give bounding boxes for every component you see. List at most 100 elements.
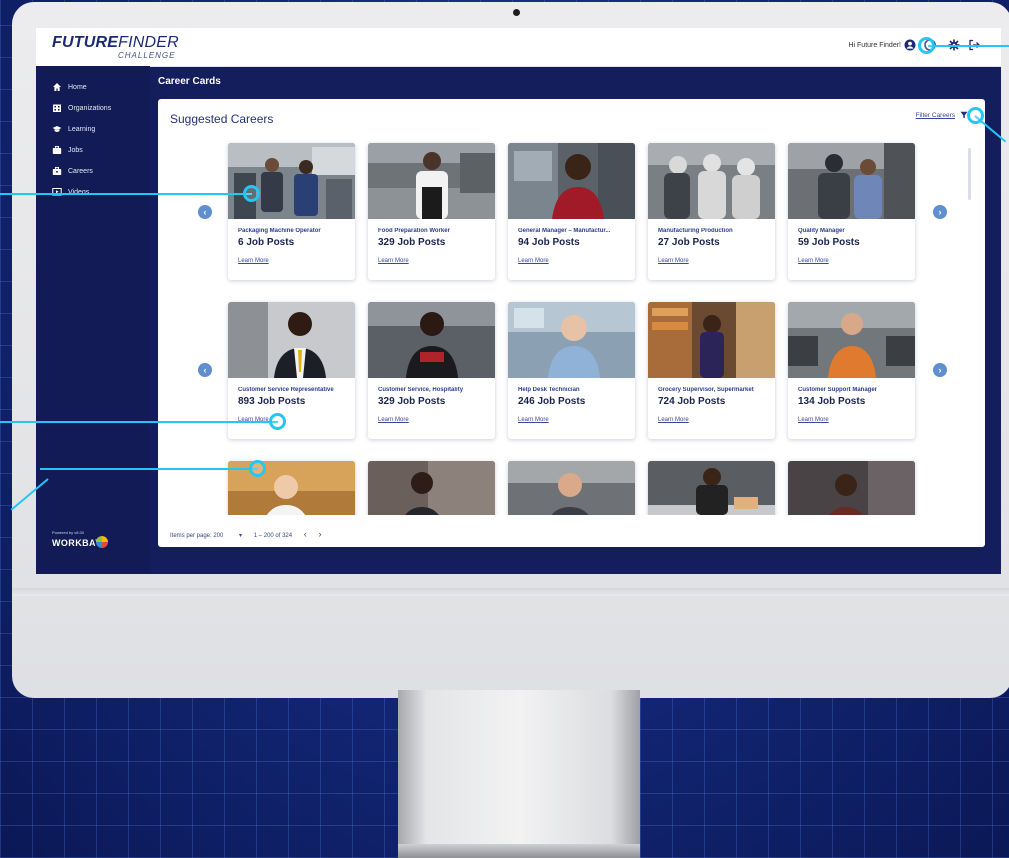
career-card-image[interactable] (508, 302, 635, 378)
career-card-image[interactable] (788, 461, 915, 515)
career-title: Food Preparation Worker (378, 228, 450, 234)
user-greeting: Hi Future Finder! (848, 42, 901, 49)
career-title: Customer Support Manager (798, 387, 878, 393)
career-card-image[interactable] (368, 461, 495, 515)
chevron-down-icon: ▾ (239, 533, 243, 539)
learn-more-link[interactable]: Learn More (798, 258, 829, 264)
career-card-image[interactable] (788, 143, 915, 219)
career-card[interactable] (368, 461, 495, 515)
job-posts-count: 59 Job Posts (798, 237, 860, 248)
career-title: Customer Service, Hospitality (378, 387, 464, 393)
sidebar-item-home[interactable]: Home (52, 80, 87, 94)
job-posts-count: 6 Job Posts (238, 237, 295, 248)
career-card-image[interactable] (648, 302, 775, 378)
career-title: Manufacturing Production (658, 228, 733, 234)
monitor-stand (398, 690, 640, 858)
career-card[interactable]: General Manager – Manufactur... 94 Job P… (508, 143, 635, 280)
career-title: Packaging Machine Operator (238, 228, 321, 234)
learn-more-link[interactable]: Learn More (518, 258, 549, 264)
learn-more-link[interactable]: Learn More (798, 417, 829, 423)
learn-more-link[interactable]: Learn More (658, 258, 689, 264)
user-account-icon[interactable] (903, 39, 917, 53)
career-card[interactable] (508, 461, 635, 515)
career-card[interactable]: Customer Service, Hospitality 329 Job Po… (368, 302, 495, 439)
job-posts-count: 27 Job Posts (658, 237, 720, 248)
app-header: FUTUREFINDER CHALLENGE Hi Future Finder! (36, 28, 1001, 67)
career-card-image[interactable] (648, 143, 775, 219)
callout-line-card-image (0, 193, 252, 195)
app-logo[interactable]: FUTUREFINDER CHALLENGE (52, 34, 179, 60)
learn-more-link[interactable]: Learn More (378, 258, 409, 264)
career-card[interactable]: Quality Manager 59 Job Posts Learn More (788, 143, 915, 280)
sidebar-item-organizations[interactable]: Organizations (52, 101, 111, 115)
items-per-page-select[interactable]: Items per page: 200 ▾ (170, 532, 242, 539)
career-card[interactable]: Packaging Machine Operator 6 Job Posts L… (228, 143, 355, 280)
career-card[interactable] (788, 461, 915, 515)
row1-prev-button[interactable]: ‹ (198, 205, 212, 219)
sidebar-item-videos[interactable]: Videos (52, 185, 89, 199)
workbay-logo-icon (96, 536, 108, 548)
career-card-image[interactable] (368, 302, 495, 378)
callout-marker-card-image (243, 185, 260, 202)
sidebar: Home Organizations Learning Jobs Careers (36, 66, 150, 574)
callout-line-notifications (928, 45, 1009, 47)
powered-by-text: Powered by v8.00 (52, 530, 85, 535)
callout-marker-video (249, 460, 266, 477)
workbay-brand: WORKBAY (52, 538, 102, 548)
callout-marker-filter (967, 107, 984, 124)
job-posts-count: 246 Job Posts (518, 396, 586, 407)
monitor-chin (12, 588, 1009, 596)
career-title: Help Desk Technician (518, 387, 580, 393)
callout-line-learn-more (0, 421, 278, 423)
career-card[interactable]: Manufacturing Production 27 Job Posts Le… (648, 143, 775, 280)
career-cards-grid: ‹ › Packaging Machine Operator 6 Job Pos… (158, 99, 985, 515)
logo-text-light: FINDER (118, 34, 179, 51)
sidebar-item-careers[interactable]: Careers (52, 164, 93, 178)
career-card-image[interactable] (368, 143, 495, 219)
career-card-image[interactable] (228, 302, 355, 378)
callout-marker-learn-more (269, 413, 286, 430)
job-posts-count: 329 Job Posts (378, 237, 446, 248)
career-card-image[interactable] (648, 461, 775, 515)
careers-icon (52, 166, 62, 176)
sidebar-item-jobs[interactable]: Jobs (52, 143, 83, 157)
learn-more-link[interactable]: Learn More (378, 417, 409, 423)
job-posts-count: 893 Job Posts (238, 396, 306, 407)
job-posts-count: 134 Job Posts (798, 396, 866, 407)
career-card[interactable]: Help Desk Technician 246 Job Posts Learn… (508, 302, 635, 439)
row2-prev-button[interactable]: ‹ (198, 363, 212, 377)
graduation-cap-icon (52, 124, 62, 134)
career-card[interactable] (648, 461, 775, 515)
next-page-icon[interactable]: › (318, 529, 321, 539)
learn-more-link[interactable]: Learn More (238, 258, 269, 264)
career-card-image[interactable] (508, 461, 635, 515)
career-card[interactable]: Customer Service Representative 893 Job … (228, 302, 355, 439)
sidebar-item-learning[interactable]: Learning (52, 122, 95, 136)
briefcase-icon (52, 145, 62, 155)
callout-line-video (40, 468, 258, 470)
prev-page-icon[interactable]: ‹ (304, 529, 307, 539)
career-card[interactable]: Food Preparation Worker 329 Job Posts Le… (368, 143, 495, 280)
job-posts-count: 724 Job Posts (658, 396, 726, 407)
career-card-image[interactable] (228, 143, 355, 219)
career-card-image[interactable] (788, 302, 915, 378)
sidebar-item-label: Jobs (68, 146, 83, 154)
page-title: Career Cards (158, 76, 221, 87)
job-posts-count: 329 Job Posts (378, 396, 446, 407)
career-card[interactable]: Customer Support Manager 134 Job Posts L… (788, 302, 915, 439)
learn-more-link[interactable]: Learn More (658, 417, 689, 423)
sidebar-item-label: Careers (68, 167, 93, 175)
pagination-bar: Items per page: 200 ▾ 1 – 200 of 324 ‹ › (170, 529, 331, 539)
row1-next-button[interactable]: › (933, 205, 947, 219)
suggested-careers-panel: Suggested Careers Filter Careers ‹ › Pac… (158, 99, 985, 547)
camera-dot (513, 9, 520, 16)
sidebar-item-label: Organizations (68, 104, 112, 112)
building-icon (52, 103, 62, 113)
row2-next-button[interactable]: › (933, 363, 947, 377)
career-card[interactable]: Grocery Supervisor, Supermarket 724 Job … (648, 302, 775, 439)
home-icon (52, 82, 62, 92)
learn-more-link[interactable]: Learn More (518, 417, 549, 423)
page-range: 1 – 200 of 324 (253, 533, 293, 539)
callout-marker-notifications (918, 37, 935, 54)
career-card-image[interactable] (508, 143, 635, 219)
